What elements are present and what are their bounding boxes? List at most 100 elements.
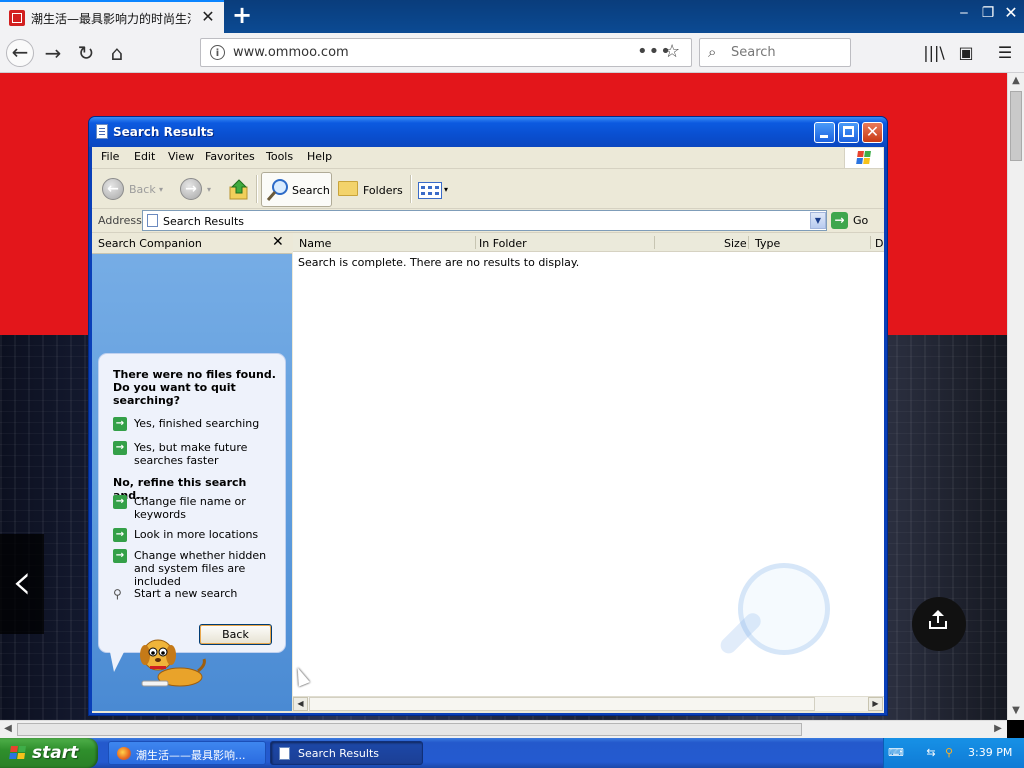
taskbar-button-search-results[interactable]: Search Results: [270, 741, 423, 765]
close-icon[interactable]: ✕: [862, 122, 883, 143]
scroll-down-icon[interactable]: ▼: [1008, 703, 1024, 719]
views-dropdown-icon[interactable]: ▾: [444, 185, 448, 194]
search-results-window: Search Results ✕ File Edit View Favorite…: [88, 116, 888, 716]
new-search-icon: ⚲: [113, 587, 122, 601]
column-date[interactable]: D: [875, 237, 883, 250]
back-button-label[interactable]: Back: [129, 183, 156, 196]
companion-balloon: There were no files found. Do you want t…: [98, 353, 286, 653]
search-results-icon: [147, 214, 158, 227]
green-arrow-icon: →: [113, 528, 127, 542]
info-icon[interactable]: i: [210, 45, 225, 60]
search-tray-icon[interactable]: ⚲: [942, 746, 956, 760]
close-tab-icon[interactable]: ✕: [199, 7, 217, 27]
scroll-left-icon[interactable]: ◀: [0, 721, 16, 737]
menu-favorites[interactable]: Favorites: [205, 150, 255, 163]
taskbar-button-firefox[interactable]: 潮生活——最具影响...: [108, 741, 266, 765]
scroll-right-icon[interactable]: ▶: [990, 721, 1006, 737]
network-icon[interactable]: ⇆: [924, 746, 938, 760]
companion-back-button[interactable]: Back: [199, 624, 272, 645]
page-horizontal-scrollbar[interactable]: ◀ ▶: [0, 720, 1007, 738]
taskbar-button-label: Search Results: [298, 747, 380, 760]
sidebar-icon[interactable]: ▣: [954, 41, 978, 65]
column-name[interactable]: Name: [299, 237, 331, 250]
clock: 3:39 PM: [968, 746, 1013, 759]
standard-toolbar: ← Back ▾ → ▾ Search Folders ▾: [92, 169, 884, 209]
scrollbar-thumb[interactable]: [309, 697, 815, 711]
folders-icon[interactable]: [338, 181, 358, 196]
scroll-left-icon[interactable]: ◀: [293, 697, 308, 711]
forward-arrow-icon[interactable]: →: [180, 178, 202, 200]
minimize-icon[interactable]: [814, 122, 835, 143]
tab-title: 潮生活—最具影响力的时尚生活门户: [31, 12, 191, 26]
star-icon[interactable]: ☆: [664, 41, 680, 62]
close-window-icon[interactable]: ✕: [1001, 4, 1021, 22]
results-horizontal-scrollbar[interactable]: ◀ ▶: [293, 696, 884, 711]
companion-question: There were no files found. Do you want t…: [113, 368, 276, 407]
column-in-folder[interactable]: In Folder: [479, 237, 527, 250]
menu-tools[interactable]: Tools: [266, 150, 293, 163]
search-companion-header: Search Companion ✕: [92, 233, 292, 254]
column-type[interactable]: Type: [755, 237, 780, 250]
green-arrow-icon: →: [113, 417, 127, 431]
no-results-message: Search is complete. There are no results…: [298, 256, 580, 269]
library-icon[interactable]: |||\: [922, 41, 946, 65]
address-label: Address: [98, 214, 142, 227]
scrollbar-thumb[interactable]: [1010, 91, 1022, 161]
back-arrow-icon[interactable]: ←: [102, 178, 124, 200]
browser-tab[interactable]: 潮生活—最具影响力的时尚生活门户 ✕: [0, 0, 224, 33]
search-companion-pane: Search Companion ✕ There were no files f…: [92, 233, 292, 711]
views-icon[interactable]: [418, 182, 442, 199]
scroll-up-icon[interactable]: ▲: [1008, 73, 1024, 89]
folder-up-icon[interactable]: [229, 178, 249, 200]
arrow-right-icon[interactable]: →: [39, 39, 67, 67]
start-new-search-link[interactable]: Start a new search: [134, 587, 284, 600]
new-tab-icon[interactable]: +: [230, 3, 254, 29]
start-label: start: [32, 743, 79, 763]
firefox-icon: [117, 747, 131, 760]
search-button[interactable]: Search: [261, 172, 332, 207]
url-bar[interactable]: i www.ommoo.com ••• ☆: [200, 38, 692, 67]
menu-help[interactable]: Help: [307, 150, 332, 163]
back-dropdown-icon[interactable]: ▾: [159, 185, 163, 194]
scrollbar-thumb[interactable]: [17, 723, 802, 736]
menu-file[interactable]: File: [101, 150, 119, 163]
system-tray: ⌨ ⇆ ⚲ 3:39 PM: [883, 738, 1024, 768]
window-titlebar[interactable]: Search Results ✕: [89, 117, 887, 147]
window-title: Search Results: [113, 125, 214, 139]
forward-dropdown-icon[interactable]: ▾: [207, 185, 211, 194]
windows-logo-icon: [844, 148, 883, 168]
arrow-left-icon[interactable]: ←: [6, 39, 34, 67]
green-arrow-icon: →: [113, 549, 127, 563]
reload-icon[interactable]: ↻: [72, 39, 100, 67]
search-dog-icon[interactable]: [136, 633, 208, 693]
address-dropdown-icon[interactable]: ▼: [810, 212, 826, 229]
start-button[interactable]: start: [0, 738, 98, 768]
column-size[interactable]: Size: [724, 237, 747, 250]
windows-flag-icon: [9, 746, 27, 760]
scroll-right-icon[interactable]: ▶: [868, 697, 883, 711]
address-field[interactable]: Search Results ▼: [142, 210, 827, 231]
close-pane-icon[interactable]: ✕: [272, 234, 284, 250]
magnifier-watermark-icon: [738, 563, 830, 655]
share-icon[interactable]: [912, 597, 966, 651]
address-value[interactable]: Search Results: [163, 215, 244, 228]
menu-edit[interactable]: Edit: [134, 150, 155, 163]
restore-window-icon[interactable]: ❐: [978, 4, 998, 22]
results-list-view[interactable]: Name In Folder Size Type D Search is com…: [293, 233, 884, 711]
menu-view[interactable]: View: [168, 150, 194, 163]
browser-navbar: ← → ↻ ⌂ i www.ommoo.com ••• ☆ ⌕ Search |…: [0, 33, 1024, 73]
taskbar: start 潮生活——最具影响... Search Results ⌨ ⇆ ⚲ …: [0, 738, 1024, 768]
chevron-left-icon[interactable]: ‹: [0, 534, 44, 634]
folders-button-label[interactable]: Folders: [363, 184, 403, 197]
search-icon: ⌕: [708, 43, 717, 61]
page-vertical-scrollbar[interactable]: ▲ ▼: [1007, 73, 1024, 720]
home-icon[interactable]: ⌂: [103, 39, 131, 67]
go-button-label[interactable]: Go: [853, 214, 868, 227]
browser-search-field[interactable]: ⌕ Search: [699, 38, 851, 67]
minimize-window-icon[interactable]: ‒: [954, 4, 974, 22]
keyboard-icon[interactable]: ⌨: [888, 746, 904, 760]
go-arrow-icon[interactable]: →: [831, 212, 848, 229]
hamburger-menu-icon[interactable]: ☰: [993, 41, 1017, 65]
maximize-icon[interactable]: [838, 122, 859, 143]
url-text[interactable]: www.ommoo.com: [233, 45, 349, 60]
